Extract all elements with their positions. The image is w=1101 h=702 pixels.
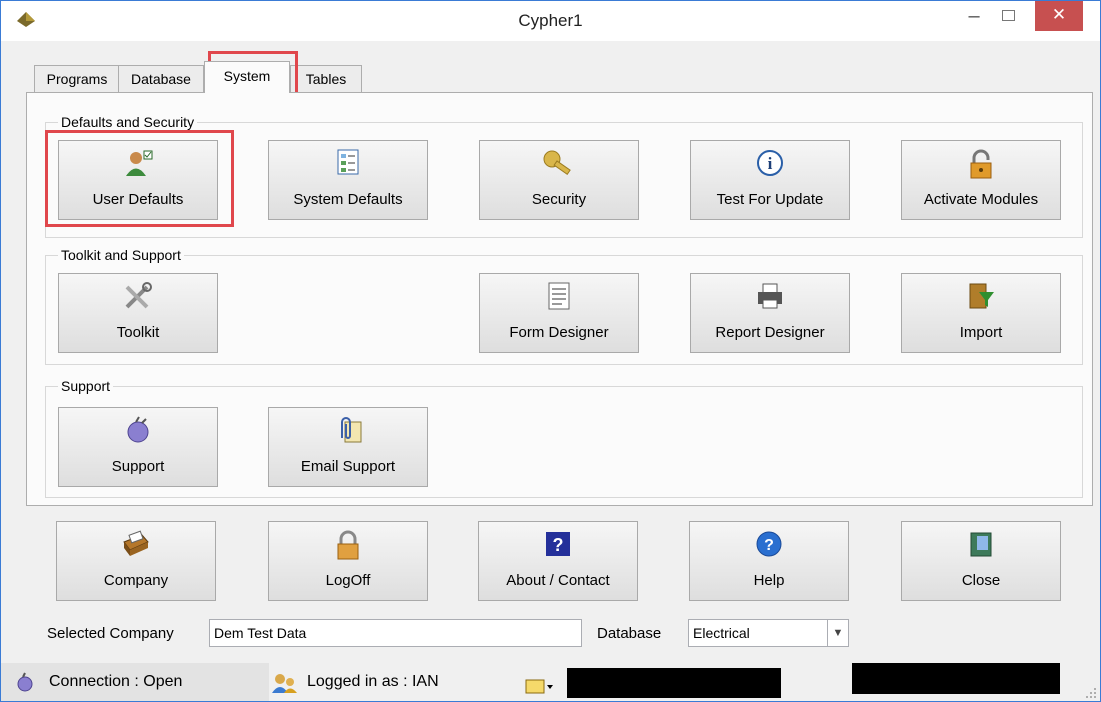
padlock-icon [902, 149, 1060, 179]
chevron-down-icon[interactable]: ▼ [827, 619, 849, 647]
checklist-icon [269, 149, 427, 177]
report-designer-button[interactable]: Report Designer [690, 273, 850, 353]
button-label: Security [531, 191, 587, 208]
svg-text:?: ? [553, 535, 564, 555]
close-icon: ✕ [1051, 5, 1067, 24]
tools-icon [59, 282, 217, 310]
group-support: Support Support Email Support [45, 378, 1083, 498]
key-icon [480, 149, 638, 177]
status-bar: Connection : Open Logged in as : IAN [1, 663, 1100, 701]
logged-in-status: Logged in as : IAN [307, 673, 439, 690]
system-defaults-button[interactable]: System Defaults [268, 140, 428, 220]
about-contact-button[interactable]: ? About / Contact [478, 521, 638, 601]
toolkit-button[interactable]: Toolkit [58, 273, 218, 353]
plug-icon [59, 416, 217, 444]
button-label: Import [959, 324, 1003, 341]
exit-door-icon [902, 530, 1060, 558]
tab-database[interactable]: Database [118, 65, 204, 92]
import-button[interactable]: Import [901, 273, 1061, 353]
card-file-icon [57, 530, 215, 558]
button-label: Support [111, 458, 165, 475]
tab-tables[interactable]: Tables [290, 65, 362, 92]
maximize-icon [1001, 10, 1015, 21]
button-label: Report Designer [715, 324, 825, 341]
group-label: Toolkit and Support [58, 247, 184, 263]
company-button[interactable]: Company [56, 521, 216, 601]
window-title: Cypher1 [518, 11, 583, 30]
activate-modules-button[interactable]: Activate Modules [901, 140, 1061, 220]
button-label: Test For Update [716, 191, 824, 208]
note-icon [525, 679, 553, 694]
group-toolkit-support: Toolkit and Support Toolkit Form Designe… [45, 247, 1083, 365]
app-window: Cypher1 – ✕ Programs Database System Tab… [0, 0, 1101, 702]
minimize-icon: – [968, 5, 980, 27]
button-label: Company [103, 572, 169, 589]
button-label: Form Designer [509, 324, 609, 341]
paperclip-icon [269, 416, 427, 444]
button-label: Toolkit [116, 324, 160, 341]
security-button[interactable]: Security [479, 140, 639, 220]
title-bar: Cypher1 – ✕ [1, 1, 1100, 41]
help-circle-icon: ? [690, 530, 848, 558]
button-label: Email Support [300, 458, 396, 475]
printer-icon [691, 282, 849, 310]
question-icon: ? [479, 530, 637, 558]
tab-programs[interactable]: Programs [34, 65, 120, 92]
close-button[interactable]: Close [901, 521, 1061, 601]
database-select[interactable]: Electrical [688, 619, 828, 647]
svg-text:?: ? [764, 537, 774, 554]
button-label: Help [753, 572, 785, 589]
form-icon [480, 282, 638, 310]
tab-system[interactable]: System [204, 61, 290, 93]
button-label: Close [961, 572, 1001, 589]
form-designer-button[interactable]: Form Designer [479, 273, 639, 353]
notes-dropdown[interactable] [525, 675, 557, 695]
email-support-button[interactable]: Email Support [268, 407, 428, 487]
logoff-button[interactable]: LogOff [268, 521, 428, 601]
maximize-button[interactable] [991, 1, 1025, 31]
svg-text:i: i [768, 154, 773, 173]
test-for-update-button[interactable]: i Test For Update [690, 140, 850, 220]
support-button[interactable]: Support [58, 407, 218, 487]
button-label: Activate Modules [923, 191, 1039, 208]
redacted-block [852, 663, 1060, 694]
users-icon [272, 674, 297, 693]
database-label: Database [597, 625, 662, 642]
connection-status-text: Connection : Open [49, 673, 183, 690]
redacted-block [567, 668, 781, 698]
lock-icon [269, 530, 427, 560]
button-label: About / Contact [506, 572, 610, 589]
selected-company-field[interactable]: Dem Test Data [209, 619, 582, 647]
user-defaults-highlight [45, 130, 234, 227]
button-label: LogOff [325, 572, 371, 589]
connection-status: Connection : Open [1, 663, 269, 701]
button-label: System Defaults [293, 191, 403, 208]
plug-icon [17, 672, 33, 692]
help-button[interactable]: ? Help [689, 521, 849, 601]
group-label: Support [58, 378, 114, 394]
selected-company-label: Selected Company [47, 625, 174, 642]
minimize-button[interactable]: – [957, 1, 991, 31]
group-label: Defaults and Security [58, 114, 198, 130]
resize-grip-icon[interactable] [1085, 687, 1097, 699]
info-icon: i [691, 149, 849, 177]
close-window-button[interactable]: ✕ [1035, 1, 1083, 31]
import-funnel-icon [902, 282, 1060, 310]
